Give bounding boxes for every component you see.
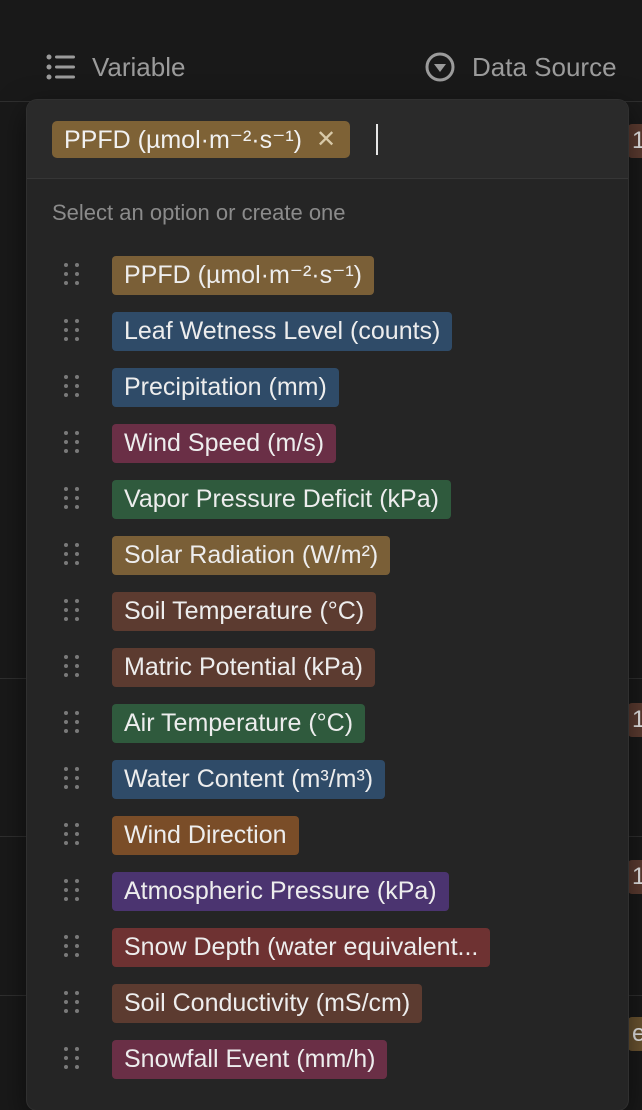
- drag-handle-icon[interactable]: [64, 375, 82, 399]
- option-item[interactable]: Snowfall Event (mm/h): [52, 1034, 612, 1084]
- column-header-data-source[interactable]: Data Source: [424, 50, 617, 84]
- option-item[interactable]: Soil Conductivity (mS/cm): [52, 978, 612, 1028]
- option-tag: Snowfall Event (mm/h): [112, 1039, 388, 1079]
- drag-handle-icon[interactable]: [64, 991, 82, 1015]
- option-tag: Water Content (m³/m³): [112, 759, 386, 799]
- option-item[interactable]: Solar Radiation (W/m²): [52, 530, 612, 580]
- table-header: Variable Data Source: [0, 0, 642, 102]
- text-cursor: [376, 124, 378, 155]
- option-item[interactable]: Wind Direction: [52, 810, 612, 860]
- column-header-variable[interactable]: Variable: [46, 50, 185, 84]
- chevron-circle-down-icon: [424, 51, 456, 83]
- select-dropdown: PPFD (µmol·m⁻²·s⁻¹) ✕ Select an option o…: [27, 100, 628, 1110]
- option-tag: Vapor Pressure Deficit (kPa): [112, 479, 451, 519]
- option-item[interactable]: Soil Temperature (°C): [52, 586, 612, 636]
- option-tag: Precipitation (mm): [112, 367, 339, 407]
- option-item[interactable]: Water Content (m³/m³): [52, 754, 612, 804]
- selected-tag-label: PPFD (µmol·m⁻²·s⁻¹): [64, 125, 302, 154]
- option-tag: Air Temperature (°C): [112, 703, 366, 743]
- drag-handle-icon[interactable]: [64, 431, 82, 455]
- option-tag: Soil Conductivity (mS/cm): [112, 983, 423, 1023]
- drag-handle-icon[interactable]: [64, 879, 82, 903]
- dropdown-hint: Select an option or create one: [52, 200, 346, 225]
- table-cell-tag[interactable]: 1: [628, 124, 642, 158]
- selected-tag[interactable]: PPFD (µmol·m⁻²·s⁻¹) ✕: [52, 121, 351, 158]
- drag-handle-icon[interactable]: [64, 823, 82, 847]
- option-tag: Matric Potential (kPa): [112, 647, 375, 687]
- option-item[interactable]: Vapor Pressure Deficit (kPa): [52, 474, 612, 524]
- drag-handle-icon[interactable]: [64, 599, 82, 623]
- drag-handle-icon[interactable]: [64, 487, 82, 511]
- option-item[interactable]: PPFD (µmol·m⁻²·s⁻¹): [52, 250, 612, 300]
- option-item[interactable]: Atmospheric Pressure (kPa): [52, 866, 612, 916]
- drag-handle-icon[interactable]: [64, 767, 82, 791]
- table-cell-tag[interactable]: e: [628, 1017, 642, 1051]
- drag-handle-icon[interactable]: [64, 263, 82, 287]
- drag-handle-icon[interactable]: [64, 935, 82, 959]
- option-tag: Atmospheric Pressure (kPa): [112, 871, 449, 911]
- drag-handle-icon[interactable]: [64, 655, 82, 679]
- table-cell-tag[interactable]: 1: [628, 860, 642, 894]
- drag-handle-icon[interactable]: [64, 1047, 82, 1071]
- option-item[interactable]: Snow Depth (water equivalent...: [52, 922, 612, 972]
- option-tag: PPFD (µmol·m⁻²·s⁻¹): [112, 255, 374, 295]
- column-header-label: Variable: [92, 51, 186, 82]
- option-tag: Solar Radiation (W/m²): [112, 535, 391, 575]
- option-tag: Leaf Wetness Level (counts): [112, 311, 453, 351]
- option-tag: Soil Temperature (°C): [112, 591, 377, 631]
- remove-tag-icon[interactable]: ✕: [316, 125, 336, 154]
- drag-handle-icon[interactable]: [64, 543, 82, 567]
- column-header-label: Data Source: [472, 51, 617, 82]
- option-item[interactable]: Wind Speed (m/s): [52, 418, 612, 468]
- drag-handle-icon[interactable]: [64, 711, 82, 735]
- option-tag: Wind Speed (m/s): [112, 423, 337, 463]
- multi-select-input[interactable]: PPFD (µmol·m⁻²·s⁻¹) ✕: [27, 100, 628, 179]
- option-item[interactable]: Precipitation (mm): [52, 362, 612, 412]
- option-item[interactable]: Leaf Wetness Level (counts): [52, 306, 612, 356]
- table-cell-tag[interactable]: 1: [628, 703, 642, 737]
- option-tag: Snow Depth (water equivalent...: [112, 927, 491, 967]
- option-item[interactable]: Matric Potential (kPa): [52, 642, 612, 692]
- option-item[interactable]: Air Temperature (°C): [52, 698, 612, 748]
- drag-handle-icon[interactable]: [64, 319, 82, 343]
- list-icon: [46, 54, 76, 80]
- option-tag: Wind Direction: [112, 815, 299, 855]
